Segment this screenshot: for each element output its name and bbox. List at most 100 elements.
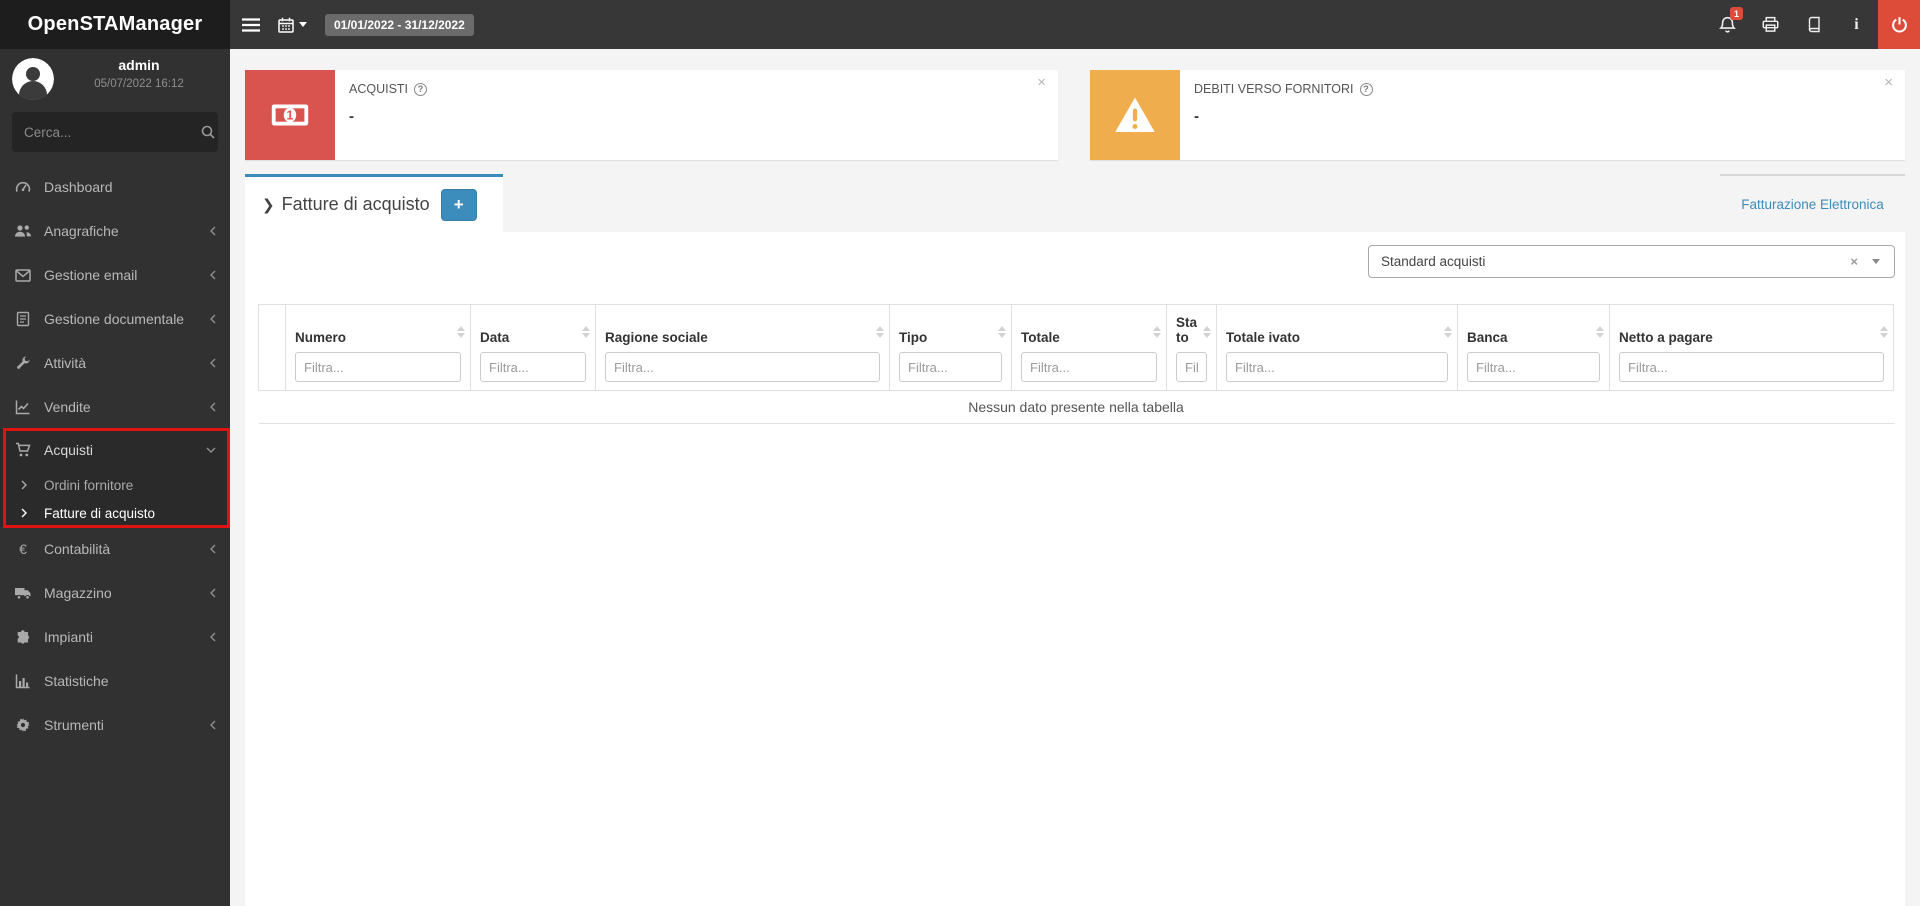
filter-banca-input[interactable] [1467,352,1600,382]
plugin-select-value: Standard acquisti [1381,254,1486,269]
sidebar-item-attivita[interactable]: Attività [0,341,230,385]
topbar: OpenSTAManager 01/01/2022 - 31/12/2022 1… [0,0,1920,49]
sidebar-item-acquisti[interactable]: Acquisti [0,429,230,471]
sidebar-item-impianti[interactable]: Impianti [0,615,230,659]
column-stato[interactable]: Stato [1166,304,1217,391]
filter-numero-input[interactable] [295,352,461,382]
calendar-menu-button[interactable] [278,17,307,33]
close-icon[interactable]: × [1034,72,1049,93]
search-input[interactable] [24,124,201,140]
printer-icon [1762,16,1779,33]
help-icon[interactable]: ? [414,82,428,96]
filter-tipo-input[interactable] [899,352,1002,382]
book-icon [1806,16,1822,33]
filter-netto-a-pagare-input[interactable] [1619,352,1884,382]
sort-icons[interactable] [1444,326,1452,338]
cart-icon [14,442,32,458]
docs-button[interactable] [1792,0,1835,49]
column-netto-a-pagare[interactable]: Netto a pagare [1609,304,1894,391]
power-icon [1891,16,1908,33]
caret-down-icon [299,22,307,27]
tab-fatturazione-elettronica[interactable]: Fatturazione Elettronica [1720,174,1905,232]
sort-desc-icon [998,333,1006,338]
sidebar-item-ordini-fornitore[interactable]: Ordini fornitore [0,471,230,499]
sort-asc-icon [1203,326,1211,331]
add-invoice-button[interactable]: + [440,188,477,221]
chevron-left-icon [210,588,216,598]
sidebar-item-gestione-documentale[interactable]: Gestione documentale [0,297,230,341]
chevron-right-icon [21,508,27,518]
sort-icons[interactable] [998,326,1006,338]
filter-stato-input[interactable] [1176,352,1207,382]
close-icon[interactable]: × [1881,72,1896,93]
sort-icons[interactable] [1203,326,1211,338]
sidebar-item-anagrafiche[interactable]: Anagrafiche [0,209,230,253]
chevron-left-icon [210,720,216,730]
clear-icon[interactable]: × [1836,254,1872,269]
infobox-body: ACQUISTI ? - [349,82,428,125]
column-totale[interactable]: Totale [1011,304,1167,391]
infobox-label: ACQUISTI [349,82,409,96]
print-button[interactable] [1749,0,1792,49]
column-ragione-sociale[interactable]: Ragione sociale [595,304,890,391]
user-meta: admin 05/07/2022 16:12 [60,57,218,90]
sidebar-item-contabilita[interactable]: € Contabilità [0,527,230,571]
sort-asc-icon [876,326,884,331]
app-logo: OpenSTAManager [0,0,230,49]
calendar-icon [278,17,294,33]
hamburger-icon [242,17,260,32]
sort-asc-icon [1880,326,1888,331]
sidebar-item-dashboard[interactable]: Dashboard [0,165,230,209]
chevron-left-icon [210,632,216,642]
column-banca[interactable]: Banca [1457,304,1610,391]
chevron-left-icon [210,402,216,412]
invoices-table: Numero Data Ragione sociale [258,304,1894,424]
sort-desc-icon [1444,333,1452,338]
infobox-acquisti: 1 ACQUISTI ? - × [245,70,1058,160]
sort-icons[interactable] [1880,326,1888,338]
sort-icons[interactable] [1153,326,1161,338]
empty-table-message: Nessun dato presente nella tabella [258,390,1894,424]
sidebar-item-gestione-email[interactable]: Gestione email [0,253,230,297]
sidebar-item-vendite[interactable]: Vendite [0,385,230,429]
date-range-badge[interactable]: 01/01/2022 - 31/12/2022 [325,13,474,36]
help-icon[interactable]: ? [1359,82,1373,96]
column-numero[interactable]: Numero [285,304,471,391]
topbar-left: 01/01/2022 - 31/12/2022 [242,0,474,49]
search-icon[interactable] [201,125,215,139]
notifications-button[interactable]: 1 [1706,0,1749,49]
infobox-value: - [349,108,354,125]
dashboard-icon [14,179,32,195]
sort-icons[interactable] [1596,326,1604,338]
sidebar-menu: Dashboard Anagrafiche Gestione email Ges… [0,165,230,747]
plugin-select[interactable]: Standard acquisti × [1368,245,1895,278]
fatturazione-elettronica-link[interactable]: Fatturazione Elettronica [1741,197,1884,212]
column-totale-ivato[interactable]: Totale ivato [1216,304,1458,391]
gear-icon [14,717,32,733]
filter-totale-input[interactable] [1021,352,1157,382]
logout-button[interactable] [1878,0,1920,49]
user-name: admin [118,57,160,73]
info-button[interactable]: i [1835,0,1878,49]
sidebar-item-fatture-di-acquisto[interactable]: Fatture di acquisto [0,499,230,527]
tab-fatture-di-acquisto[interactable]: ❯ Fatture di acquisto + [245,174,503,232]
sidebar-item-statistiche[interactable]: Statistiche [0,659,230,703]
euro-icon: € [19,541,27,557]
sidebar-toggle-button[interactable] [242,17,260,32]
document-icon [14,311,32,327]
sort-asc-icon [1444,326,1452,331]
filter-data-input[interactable] [480,352,586,382]
sort-asc-icon [457,326,465,331]
sidebar-item-strumenti[interactable]: Strumenti [0,703,230,747]
sidebar-item-magazzino[interactable]: Magazzino [0,571,230,615]
chevron-down-icon [206,447,216,453]
filter-ragione-sociale-input[interactable] [605,352,880,382]
sort-desc-icon [1153,333,1161,338]
column-data[interactable]: Data [470,304,596,391]
sort-icons[interactable] [876,326,884,338]
sort-icons[interactable] [582,326,590,338]
svg-text:1: 1 [287,108,294,122]
filter-totale-ivato-input[interactable] [1226,352,1448,382]
column-tipo[interactable]: Tipo [889,304,1012,391]
sort-icons[interactable] [457,326,465,338]
